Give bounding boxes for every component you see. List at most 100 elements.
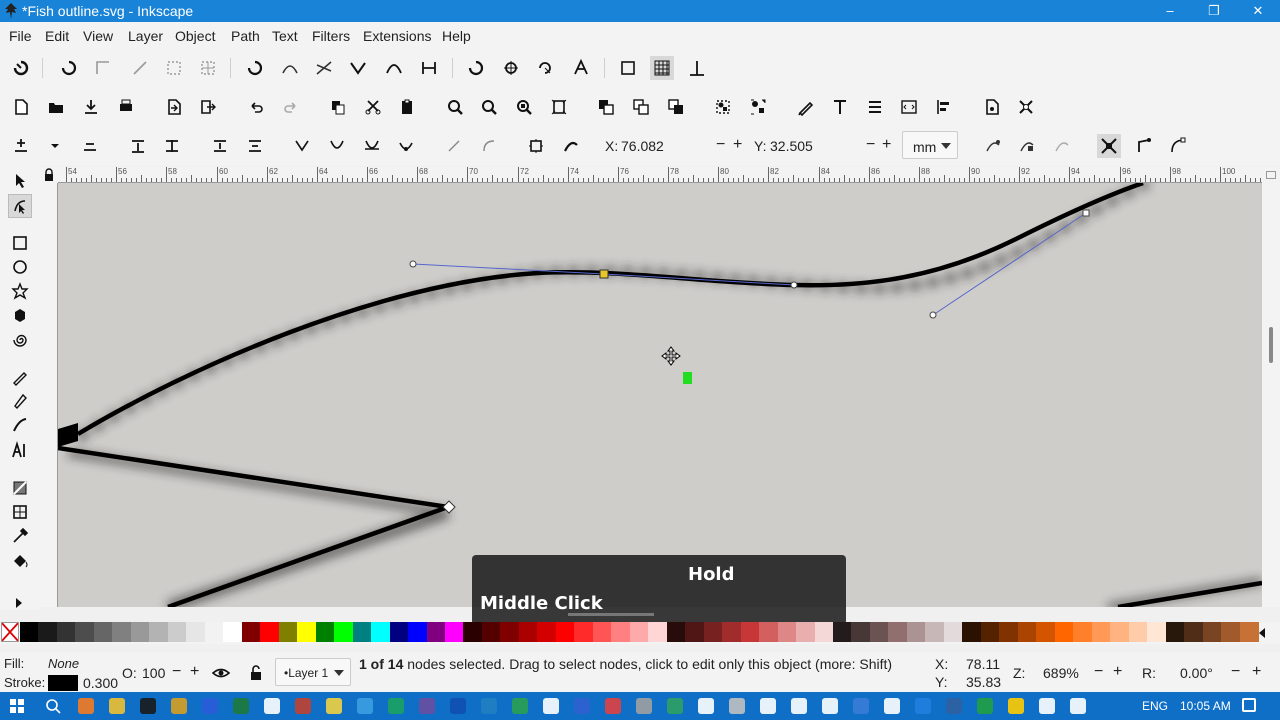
taskbar-app-icon[interactable] [760,698,776,714]
ungroup-icon[interactable] [746,95,770,119]
print-icon[interactable] [114,95,138,119]
color-swatch[interactable] [833,622,852,642]
x-minus-button[interactable]: − [716,136,725,154]
taskbar-app-icon[interactable] [1039,698,1055,714]
spiral-tool-icon[interactable] [8,328,32,352]
clock[interactable]: 10:05 AM [1180,699,1231,713]
y-minus-button[interactable]: − [866,136,875,154]
align-distribute-icon[interactable] [932,95,956,119]
menu-edit[interactable]: Edit [45,28,69,44]
node-symmetric-icon[interactable] [360,134,384,158]
taskbar-app-icon[interactable] [636,698,652,714]
color-swatch[interactable] [463,622,483,642]
taskbar-app-icon[interactable] [109,698,125,714]
calligraphy-tool-icon[interactable] [8,413,32,437]
color-swatch[interactable] [1221,622,1241,642]
snap-midpoint-icon[interactable] [417,56,441,80]
eye-visibility-icon[interactable] [209,661,233,685]
color-swatch[interactable] [1165,622,1185,642]
snap-paths-icon[interactable] [278,56,302,80]
export-icon[interactable] [196,95,220,119]
paint-bucket-tool-icon[interactable] [8,549,32,573]
color-swatch[interactable] [685,622,705,642]
lock-icon[interactable] [244,661,268,685]
color-swatch[interactable] [555,622,575,642]
color-swatch[interactable] [1202,622,1222,642]
preferences-icon[interactable] [1014,95,1038,119]
color-swatch[interactable] [426,622,446,642]
color-swatch[interactable] [777,622,797,642]
color-swatch[interactable] [980,622,1000,642]
path-effects-icon[interactable] [1050,134,1074,158]
lock-guides-icon[interactable] [40,167,58,183]
fill-value[interactable]: None [48,656,79,671]
gradient-tool-icon[interactable] [8,476,32,500]
color-swatch[interactable] [389,622,409,642]
menu-text[interactable]: Text [272,28,298,44]
path-drawing[interactable] [58,183,1262,607]
snap-others-icon[interactable] [464,56,488,80]
taskbar-app-icon[interactable] [791,698,807,714]
unit-select[interactable]: mm [902,131,958,159]
zoom-drawing-icon[interactable] [477,95,501,119]
xml-editor-icon[interactable] [897,95,921,119]
object-to-path-icon[interactable] [524,134,548,158]
color-swatch[interactable] [759,622,779,642]
color-swatch[interactable] [1128,622,1148,642]
taskbar-app-icon[interactable] [140,698,156,714]
color-swatch[interactable] [334,622,354,642]
color-swatch[interactable] [444,622,464,642]
color-swatch[interactable] [149,622,169,642]
segment-curve-icon[interactable] [477,134,501,158]
color-swatch[interactable] [611,622,631,642]
color-swatch[interactable] [518,622,538,642]
new-document-icon[interactable] [9,95,33,119]
node-cusp-icon[interactable] [290,134,314,158]
zoom-page-icon[interactable] [512,95,536,119]
color-swatch[interactable] [537,622,557,642]
language-indicator[interactable]: ENG [1142,699,1168,713]
taskbar-app-icon[interactable] [853,698,869,714]
snap-grid-icon[interactable] [650,56,674,80]
menu-filters[interactable]: Filters [312,28,350,44]
color-swatch[interactable] [204,622,224,642]
menu-object[interactable]: Object [175,28,215,44]
opacity-input[interactable]: 100 [142,665,165,681]
color-swatch[interactable] [740,622,760,642]
save-icon[interactable] [79,95,103,119]
taskbar-app-icon[interactable] [574,698,590,714]
restore-button[interactable]: ❐ [1192,0,1236,22]
color-swatch[interactable] [371,622,391,642]
taskbar-app-icon[interactable] [946,698,962,714]
taskbar-app-icon[interactable] [543,698,559,714]
snap-page-border-icon[interactable] [616,56,640,80]
rotation-plus[interactable]: + [1252,663,1261,681]
search-icon[interactable] [44,697,62,715]
scrollbar-thumb[interactable] [1269,327,1273,363]
taskbar-app-icon[interactable] [884,698,900,714]
color-swatch[interactable] [223,622,243,642]
fill-stroke-icon[interactable] [794,95,818,119]
show-transform-handles-icon[interactable] [1097,134,1121,158]
menu-extensions[interactable]: Extensions [363,28,431,44]
snap-intersection-icon[interactable] [312,56,336,80]
taskbar-app-icon[interactable] [450,698,466,714]
snap-enable-icon[interactable] [9,56,33,80]
color-swatch[interactable] [1017,622,1037,642]
opacity-plus[interactable]: + [190,663,199,681]
color-swatch[interactable] [1239,622,1259,642]
undo-icon[interactable] [244,95,268,119]
menu-file[interactable]: File [9,28,32,44]
delete-node-icon[interactable] [78,134,102,158]
x-coordinate-input[interactable]: 76.082 [621,138,711,154]
selector-tool-icon[interactable] [8,169,32,193]
zoom-plus[interactable]: + [1113,663,1122,681]
color-swatch[interactable] [851,622,871,642]
rotation-minus[interactable]: − [1231,663,1240,681]
stroke-swatch[interactable] [48,675,78,691]
taskbar-app-icon[interactable] [233,698,249,714]
delete-segment-icon[interactable] [243,134,267,158]
insert-node-icon[interactable] [9,134,33,158]
unlink-clone-icon[interactable] [664,95,688,119]
zoom-minus[interactable]: − [1094,663,1103,681]
